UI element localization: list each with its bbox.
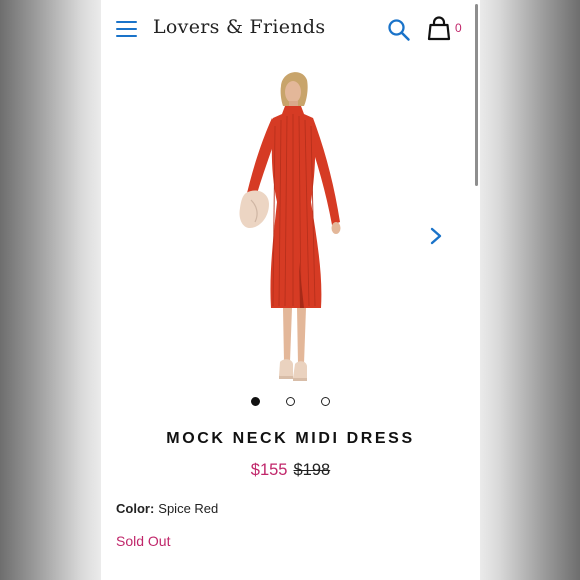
search-icon[interactable]	[387, 18, 411, 42]
gallery-pagination	[101, 397, 480, 407]
color-label: Color:	[116, 501, 155, 516]
cart-count-badge: 0	[455, 21, 462, 35]
color-info: Color: Spice Red	[116, 501, 218, 516]
gallery-dot-2[interactable]	[286, 397, 295, 406]
gallery-dot-3[interactable]	[321, 397, 330, 406]
color-value: Spice Red	[158, 501, 219, 516]
brand-logo[interactable]: Lovers & Friends	[153, 16, 325, 38]
product-title: MOCK NECK MIDI DRESS	[166, 430, 415, 447]
sale-price: $155	[250, 461, 288, 479]
gallery-dot-1[interactable]	[251, 397, 260, 406]
price-row: $155 $198	[101, 461, 480, 480]
site-header: Lovers & Friends 0	[101, 0, 480, 60]
mobile-page: Lovers & Friends 0 MOCK NECK MIDI DRESS …	[101, 0, 480, 580]
chevron-right-icon[interactable]	[428, 226, 444, 246]
availability-status: Sold Out	[116, 533, 171, 549]
shopping-bag-icon[interactable]	[427, 16, 451, 42]
product-image[interactable]	[101, 62, 480, 387]
menu-icon[interactable]	[116, 21, 137, 38]
original-price: $198	[293, 461, 331, 479]
